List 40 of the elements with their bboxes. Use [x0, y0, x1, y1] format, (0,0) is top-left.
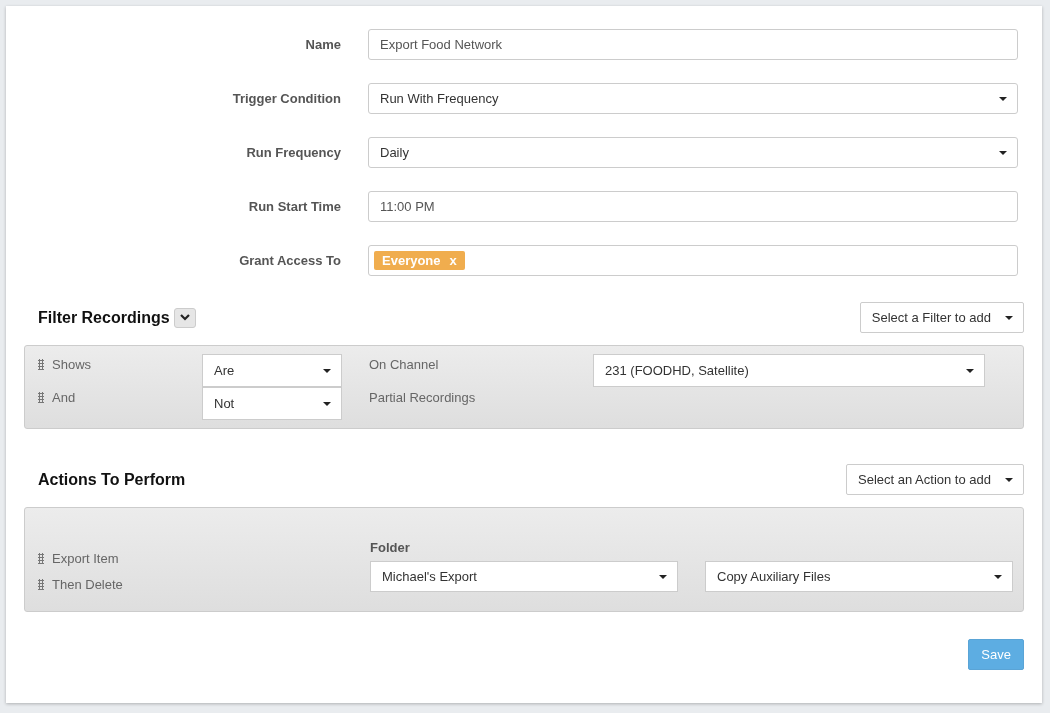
drag-handle-icon[interactable] — [38, 553, 44, 564]
collapse-toggle-button[interactable] — [173, 307, 196, 328]
value-select[interactable]: 231 (FOODHD, Satellite) — [593, 354, 985, 387]
section-title: Filter Recordings — [38, 308, 170, 327]
field-label: Grant Access To — [238, 253, 342, 268]
section-title: Actions To Perform — [38, 470, 186, 489]
caret-icon — [323, 401, 331, 406]
operator-select[interactable]: Are — [202, 354, 342, 387]
caret-icon — [994, 574, 1002, 579]
caret-icon — [1005, 315, 1013, 320]
text-field[interactable]: 11:00 PM — [368, 191, 1018, 222]
condition-label: On Channel — [369, 357, 439, 372]
operator-select[interactable]: Not — [202, 387, 342, 420]
folder-label: Folder — [370, 540, 411, 555]
field-label: Run Frequency — [245, 145, 342, 160]
action-label: Export Item — [52, 551, 119, 566]
chevron-down-icon — [179, 314, 190, 321]
condition-label: Partial Recordings — [369, 390, 476, 405]
caret-icon — [659, 574, 667, 579]
action-label: Then Delete — [52, 577, 123, 592]
folder-select[interactable]: Michael's Export — [370, 561, 678, 592]
field-label: Name — [304, 37, 342, 52]
caret-icon — [323, 368, 331, 373]
field-label: Trigger Condition — [231, 91, 342, 106]
add-action-select[interactable]: Select an Action to add — [846, 464, 1024, 495]
caret-icon — [1005, 477, 1013, 482]
select-field[interactable]: Daily — [368, 137, 1018, 168]
filter-label: And — [52, 390, 76, 405]
drag-handle-icon[interactable] — [38, 359, 44, 370]
drag-handle-icon[interactable] — [38, 579, 44, 590]
text-field[interactable]: Export Food Network — [368, 29, 1018, 60]
caret-icon — [966, 368, 974, 373]
caret-icon — [999, 96, 1007, 101]
drag-handle-icon[interactable] — [38, 392, 44, 403]
add-filter-select[interactable]: Select a Filter to add — [859, 302, 1024, 333]
caret-icon — [999, 150, 1007, 155]
field-label: Run Start Time — [247, 199, 342, 214]
filter-label: Shows — [52, 357, 92, 372]
option-select[interactable]: Copy Auxiliary Files — [705, 561, 1013, 592]
select-field[interactable]: Run With Frequency — [368, 83, 1018, 114]
